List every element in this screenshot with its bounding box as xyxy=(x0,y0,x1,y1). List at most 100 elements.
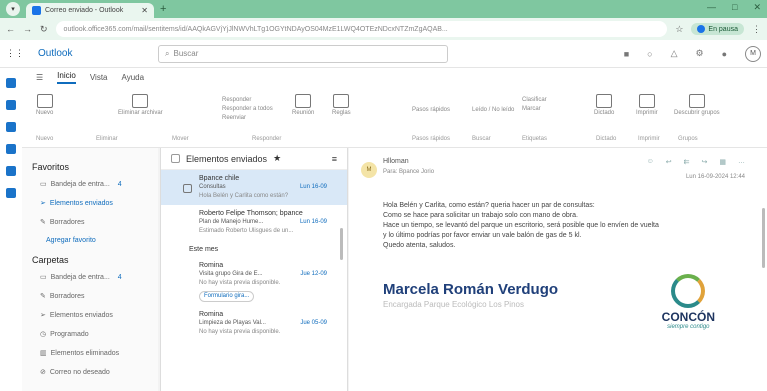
body-line: y lo último podrías por favor enviar un … xyxy=(383,232,582,239)
forward-icon[interactable]: ↪ xyxy=(702,158,708,166)
folder-label: Bandeja de entra... xyxy=(50,180,110,188)
flag-button[interactable]: Marcar xyxy=(522,105,547,114)
app-launcher-icon[interactable]: ⋮⋮ xyxy=(6,48,24,59)
reading-scrollbar[interactable] xyxy=(762,208,765,268)
address-bar-row: ← → ↻ outlook.office365.com/mail/sentite… xyxy=(0,18,767,40)
todo-icon[interactable] xyxy=(6,166,16,176)
gear-icon[interactable]: ⚙ xyxy=(695,48,703,59)
close-window-button[interactable]: ✕ xyxy=(753,2,761,13)
folder-junk[interactable]: ⊘ Correo no deseado xyxy=(40,368,148,377)
discover-groups-button[interactable]: Descubrir grupos xyxy=(674,94,720,116)
list-item[interactable]: Roberto Felipe Thomson; bpance Plan de M… xyxy=(161,205,347,240)
new-tab-button[interactable]: + xyxy=(160,3,166,15)
folders-heading[interactable]: Carpetas xyxy=(32,255,148,265)
apps-icon[interactable] xyxy=(6,188,16,198)
avatar[interactable]: M xyxy=(745,45,761,62)
dictate-button[interactable]: Dictado xyxy=(594,94,614,116)
select-all-checkbox[interactable] xyxy=(171,154,180,163)
calendar-rail-icon[interactable] xyxy=(6,100,16,110)
send-icon: ➢ xyxy=(40,312,46,319)
pencil-icon: ✎ xyxy=(40,219,46,226)
attachment-chip[interactable]: Formulario gira... xyxy=(199,291,255,302)
groups-icon[interactable] xyxy=(6,144,16,154)
body-line: Como se hace para solicitar un trabajo s… xyxy=(383,212,578,219)
tab-vista[interactable]: Vista xyxy=(90,73,108,82)
search-input[interactable]: ⌕ Buscar xyxy=(158,44,448,63)
forward-button[interactable]: Reenviar xyxy=(222,114,273,123)
browser-tab[interactable]: Correo enviado - Outlook ✕ xyxy=(26,3,154,18)
close-tab-icon[interactable]: ✕ xyxy=(141,6,148,15)
reload-icon[interactable]: ↻ xyxy=(40,24,48,35)
folder-sent-fav[interactable]: ➢ Elementos enviados xyxy=(40,199,148,208)
read-unread-button[interactable]: Leído / No leído xyxy=(472,106,514,115)
maximize-button[interactable]: □ xyxy=(732,2,737,13)
folder-inbox[interactable]: ▭ Bandeja de entra... 4 xyxy=(40,273,148,282)
list-item[interactable]: Bpance chile Consultas Hola Belén y Carl… xyxy=(161,170,347,205)
row-checkbox[interactable] xyxy=(183,184,192,193)
reply-icon[interactable]: ↩ xyxy=(666,158,672,166)
hamburger-icon[interactable]: ☰ xyxy=(36,73,43,82)
tags-group: Clasificar Marcar xyxy=(522,96,547,114)
smiley-icon[interactable]: ☺ xyxy=(647,158,654,166)
forward-icon[interactable]: → xyxy=(23,24,32,34)
folder-label: Bandeja de entra... xyxy=(50,273,110,281)
mail-preview: Hola Belén y Carlita como están? xyxy=(199,193,289,199)
folder-scheduled[interactable]: ◷ Programado xyxy=(40,330,148,339)
favorites-heading[interactable]: Favoritos xyxy=(32,162,148,172)
section-header[interactable]: Este mes xyxy=(161,240,347,257)
folder-deleted[interactable]: ▥ Elementos eliminados xyxy=(40,349,148,358)
calendar-icon[interactable]: ○ xyxy=(647,49,652,59)
print-button[interactable]: Imprimir xyxy=(636,94,658,116)
sender-avatar: M xyxy=(361,162,377,178)
body-line: Hola Belén y Carlita, como están? queria… xyxy=(383,202,595,209)
mail-icon[interactable] xyxy=(6,78,16,88)
new-mail-button[interactable]: Nuevo xyxy=(36,94,53,116)
categorize-button[interactable]: Clasificar xyxy=(522,96,547,105)
teams-icon[interactable]: ■ xyxy=(624,49,629,59)
star-icon[interactable]: ★ xyxy=(273,153,281,164)
meeting-label: Reunión xyxy=(292,110,315,116)
tab-ayuda[interactable]: Ayuda xyxy=(122,73,145,82)
message-list: Elementos enviados ★ ≡ Bpance chile Cons… xyxy=(160,148,348,391)
search-placeholder: Buscar xyxy=(173,49,199,58)
reply-all-icon[interactable]: ⇇ xyxy=(684,158,690,166)
tab-menu-button[interactable]: ▾ xyxy=(6,2,20,16)
reply-all-button[interactable]: Responder a todos xyxy=(222,105,273,114)
ribbon-tabs: ☰ Inicio Vista Ayuda xyxy=(22,68,767,86)
unread-count: 4 xyxy=(117,180,122,188)
minimize-button[interactable]: — xyxy=(707,2,716,13)
star-icon[interactable]: ☆ xyxy=(675,24,683,35)
reply-button[interactable]: Responder xyxy=(222,96,273,105)
list-item[interactable]: Romina Visita grupo Gira de E... No hay … xyxy=(161,257,347,306)
quick-steps-button[interactable]: Pasos rápidos xyxy=(412,106,450,115)
concon-logo-mark-icon xyxy=(671,274,706,308)
app-name[interactable]: Outlook xyxy=(38,48,158,59)
clock-icon: ◷ xyxy=(40,331,47,338)
list-item[interactable]: Romina Limpieza de Playas Val... No hay … xyxy=(161,306,347,341)
ribbon: Nuevo Eliminar archivar Responder Respon… xyxy=(22,86,767,148)
apps-grid-icon[interactable]: ▦ xyxy=(719,158,726,166)
folder-drafts-fav[interactable]: ✎ Borradores xyxy=(40,218,148,227)
tips-icon[interactable]: ● xyxy=(722,49,727,59)
rules-button[interactable]: Reglas xyxy=(332,94,351,116)
people-icon[interactable] xyxy=(6,122,16,132)
folder-inbox-fav[interactable]: ▭ Bandeja de entra... 4 xyxy=(40,180,148,189)
back-icon[interactable]: ← xyxy=(6,24,15,34)
browser-menu-icon[interactable]: ⋮ xyxy=(752,24,761,35)
mail-date: Jue 05-09 xyxy=(300,320,327,326)
folder-sent[interactable]: ➢ Elementos enviados xyxy=(40,311,148,320)
list-scrollbar[interactable] xyxy=(340,228,343,260)
add-favorite-link[interactable]: Agregar favorito xyxy=(46,237,148,244)
tab-inicio[interactable]: Inicio xyxy=(57,71,76,84)
bell-icon[interactable]: △ xyxy=(671,48,678,59)
mail-preview: No hay vista previa disponible. xyxy=(199,329,281,335)
filter-icon[interactable]: ≡ xyxy=(332,154,337,164)
url-field[interactable]: outlook.office365.com/mail/sentitems/id/… xyxy=(55,21,668,37)
delete-archive-button[interactable]: Eliminar archivar xyxy=(118,94,163,116)
trash-icon xyxy=(132,94,149,108)
group-label-quick-steps: Pasos rápidos xyxy=(412,136,451,142)
profile-pause-button[interactable]: En pausa xyxy=(691,23,744,35)
more-icon[interactable]: … xyxy=(738,158,745,166)
meeting-button[interactable]: Reunión xyxy=(292,94,314,116)
folder-drafts[interactable]: ✎ Borradores xyxy=(40,292,148,301)
